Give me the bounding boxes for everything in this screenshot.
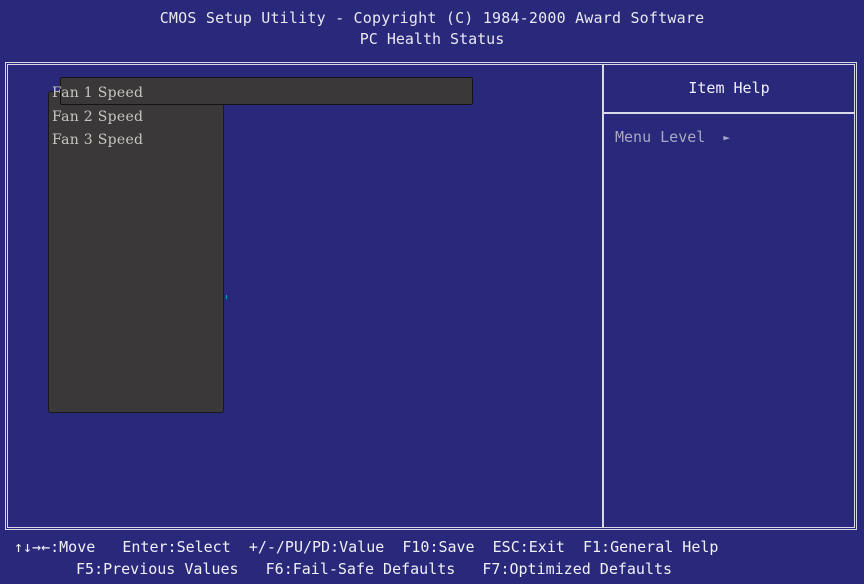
menu-item-fan-3-speed[interactable]: Fan 3 Speed — [52, 129, 143, 153]
page-title: PC Health Status — [359, 30, 505, 48]
menu-item-fan-1-speed[interactable]: Fan 1 Speed — [52, 82, 143, 106]
key-general-help: F1:General Help — [582, 538, 719, 556]
key-help-row-2: F5:Previous Values F6:Fail-Safe Defaults… — [76, 560, 672, 578]
key-help-row-1: ↑↓→←:Move Enter:Select +/-/PU/PD:Value F… — [14, 538, 718, 556]
key-fail-safe-defaults: F6:Fail-Safe Defaults — [265, 560, 456, 578]
app-title: CMOS Setup Utility - Copyright (C) 1984-… — [159, 9, 705, 27]
panel-divider — [602, 65, 604, 527]
key-select: Enter:Select — [122, 538, 231, 556]
main-frame: Fan 1 Speed Fan 2 Speed Fan 3 Speed Item… — [5, 62, 857, 530]
key-move: ↑↓→←:Move — [14, 538, 96, 556]
key-value: +/-/PU/PD:Value — [248, 538, 385, 556]
key-optimized-defaults: F7:Optimized Defaults — [482, 560, 673, 578]
title-bar: CMOS Setup Utility - Copyright (C) 1984-… — [0, 0, 864, 58]
key-save: F10:Save — [402, 538, 475, 556]
key-exit: ESC:Exit — [492, 538, 565, 556]
menu-level-label: Menu Level — [615, 128, 706, 146]
cursor-mark — [226, 295, 227, 299]
item-help-title: Item Help — [688, 79, 770, 97]
menu-list: Fan 1 Speed Fan 2 Speed Fan 3 Speed — [52, 82, 143, 153]
menu-level: Menu Level ► — [615, 128, 730, 146]
help-separator — [604, 112, 854, 114]
menu-item-fan-2-speed[interactable]: Fan 2 Speed — [52, 106, 143, 130]
menu-level-arrow-icon: ► — [723, 131, 730, 144]
key-previous-values: F5:Previous Values — [76, 560, 239, 578]
